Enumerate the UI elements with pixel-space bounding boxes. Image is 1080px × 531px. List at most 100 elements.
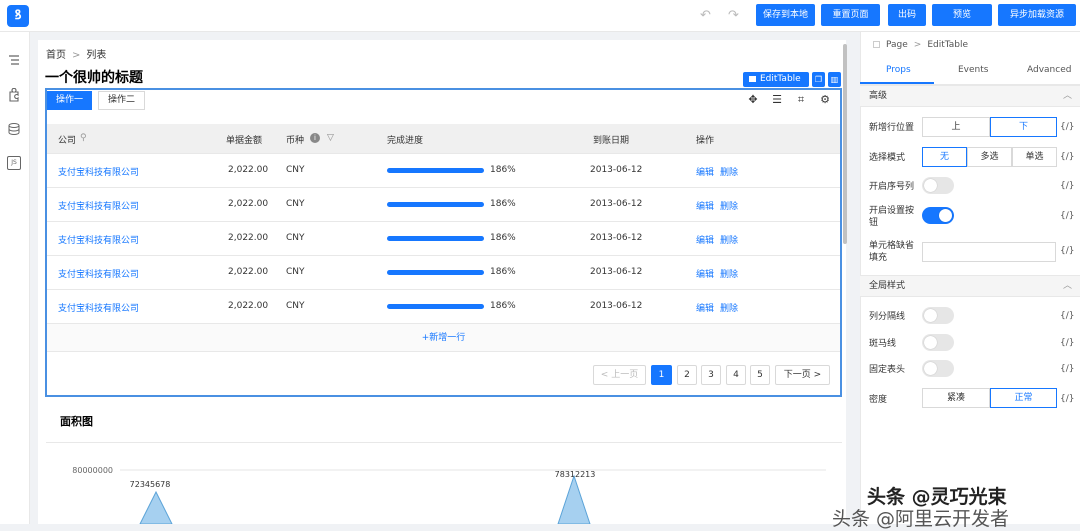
tab-events[interactable]: Events [958, 65, 988, 75]
column-progress: 完成进度 [387, 136, 424, 146]
fixed-header-toggle[interactable] [922, 360, 954, 377]
tab-action-one[interactable]: 操作一 [47, 91, 92, 110]
table-header: 公司 ⚲ 单据金额 币种 i ▽ 完成进度 到账日期 操作 [47, 124, 840, 154]
reset-page-button[interactable]: 重置页面 [821, 4, 880, 26]
export-code-button[interactable]: 出码 [888, 4, 926, 26]
amount-cell: 2,022.00 [228, 199, 269, 209]
column-divider-label: 列分隔线 [869, 312, 906, 322]
edit-link[interactable]: 编辑 [696, 267, 714, 280]
info-icon[interactable]: i [310, 133, 320, 143]
company-link[interactable]: 支付宝科技有限公司 [58, 165, 139, 178]
tab-action-two[interactable]: 操作二 [98, 91, 145, 110]
edit-link[interactable]: 编辑 [696, 165, 714, 178]
date-cell: 2013-06-12 [590, 199, 643, 209]
toggle-knob [924, 179, 937, 192]
company-link[interactable]: 支付宝科技有限公司 [58, 301, 139, 314]
zebra-label: 斑马线 [869, 339, 897, 349]
delete-icon[interactable]: ▥ [828, 72, 841, 87]
variable-binding-icon[interactable]: {/} [1060, 364, 1074, 374]
column-company: 公司 [58, 136, 77, 146]
prev-page-button[interactable]: < 上一页 [593, 365, 646, 385]
variable-binding-icon[interactable]: {/} [1060, 311, 1074, 321]
page-button-4[interactable]: 4 [726, 365, 746, 385]
date-cell: 2013-06-12 [590, 165, 643, 175]
cell-fill-input[interactable] [922, 242, 1056, 262]
density-normal-option[interactable]: 正常 [990, 388, 1057, 408]
drag-icon[interactable]: ✥ [746, 93, 760, 107]
progress-label: 186% [490, 267, 516, 277]
breadcrumb-home[interactable]: 首页 [46, 50, 66, 61]
async-load-button[interactable]: 异步加载资源 [998, 4, 1076, 26]
edit-link[interactable]: 编辑 [696, 199, 714, 212]
currency-cell: CNY [286, 165, 305, 175]
filter-icon[interactable]: ▽ [327, 133, 334, 143]
date-cell: 2013-06-12 [590, 233, 643, 243]
column-date: 到账日期 [593, 136, 630, 146]
variable-binding-icon[interactable]: {/} [1060, 152, 1074, 162]
company-link[interactable]: 支付宝科技有限公司 [58, 233, 139, 246]
area-chart: 80000000 72345678 78312213 [72, 466, 826, 524]
variable-binding-icon[interactable]: {/} [1060, 338, 1074, 348]
toggle-knob [939, 209, 952, 222]
datasource-icon[interactable] [7, 122, 21, 136]
density-icon[interactable]: ☰ [770, 93, 784, 107]
density-compact-option[interactable]: 紧凑 [922, 388, 990, 408]
delete-link[interactable]: 删除 [720, 165, 738, 178]
select-single-option[interactable]: 单选 [1012, 147, 1057, 167]
page-button-3[interactable]: 3 [701, 365, 721, 385]
amount-cell: 2,022.00 [228, 301, 269, 311]
company-link[interactable]: 支付宝科技有限公司 [58, 199, 139, 212]
save-local-button[interactable]: 保存到本地 [756, 4, 815, 26]
variable-binding-icon[interactable]: {/} [1060, 181, 1074, 191]
tab-props[interactable]: Props [886, 65, 911, 75]
page-button-1[interactable]: 1 [651, 365, 672, 385]
next-page-button[interactable]: 下一页 > [775, 365, 830, 385]
delete-link[interactable]: 删除 [720, 233, 738, 246]
add-row-button[interactable]: +新增一行 [47, 324, 840, 352]
page-button-2[interactable]: 2 [677, 365, 697, 385]
variable-binding-icon[interactable]: {/} [1060, 122, 1074, 132]
new-row-bottom-option[interactable]: 下 [990, 117, 1057, 137]
variable-binding-icon[interactable]: {/} [1060, 211, 1074, 221]
column-actions: 操作 [696, 136, 715, 146]
edit-link[interactable]: 编辑 [696, 301, 714, 314]
delete-link[interactable]: 删除 [720, 301, 738, 314]
page-title: 一个很帅的标题 [45, 70, 143, 86]
select-multi-option[interactable]: 多选 [967, 147, 1012, 167]
panel-breadcrumb-page[interactable]: Page [886, 40, 908, 50]
outline-icon[interactable] [7, 54, 21, 68]
show-index-toggle[interactable] [922, 177, 954, 194]
undo-icon[interactable]: ↶ [700, 8, 711, 23]
new-row-top-option[interactable]: 上 [922, 117, 990, 137]
tab-advanced[interactable]: Advanced [1027, 65, 1071, 75]
page-button-5[interactable]: 5 [750, 365, 770, 385]
zebra-toggle[interactable] [922, 334, 954, 351]
copy-icon[interactable]: ❐ [812, 72, 825, 87]
chevron-up-icon[interactable]: ︿ [1063, 276, 1072, 297]
select-none-option[interactable]: 无 [922, 147, 967, 167]
variable-binding-icon[interactable]: {/} [1060, 394, 1074, 404]
show-settings-toggle[interactable] [922, 207, 954, 224]
js-icon[interactable]: JS [7, 156, 21, 170]
delete-link[interactable]: 删除 [720, 199, 738, 212]
progress-label: 186% [490, 233, 516, 243]
canvas-scrollbar[interactable] [843, 44, 847, 244]
company-link[interactable]: 支付宝科技有限公司 [58, 267, 139, 280]
section-global-style[interactable]: 全局样式 ︿ [860, 275, 1080, 297]
search-icon[interactable]: ⚲ [80, 133, 87, 143]
delete-link[interactable]: 删除 [720, 267, 738, 280]
section-advanced[interactable]: 高级 ︿ [860, 85, 1080, 107]
redo-icon[interactable]: ↷ [728, 8, 739, 23]
settings-icon[interactable]: ⚙ [818, 93, 832, 107]
selected-component-tag[interactable]: EditTable [743, 72, 809, 87]
top-toolbar: ꝸ ↶ ↷ 保存到本地 重置页面 出码 预览 异步加载资源 [0, 0, 1080, 32]
edit-link[interactable]: 编辑 [696, 233, 714, 246]
component-icon[interactable] [7, 88, 21, 102]
variable-binding-icon[interactable]: {/} [1060, 246, 1074, 256]
logo-icon: ꝸ [7, 5, 29, 27]
column-divider-toggle[interactable] [922, 307, 954, 324]
chevron-up-icon[interactable]: ︿ [1063, 86, 1072, 107]
preview-button[interactable]: 预览 [932, 4, 992, 26]
fullscreen-icon[interactable]: ⌗ [794, 93, 808, 107]
progress-label: 186% [490, 199, 516, 209]
